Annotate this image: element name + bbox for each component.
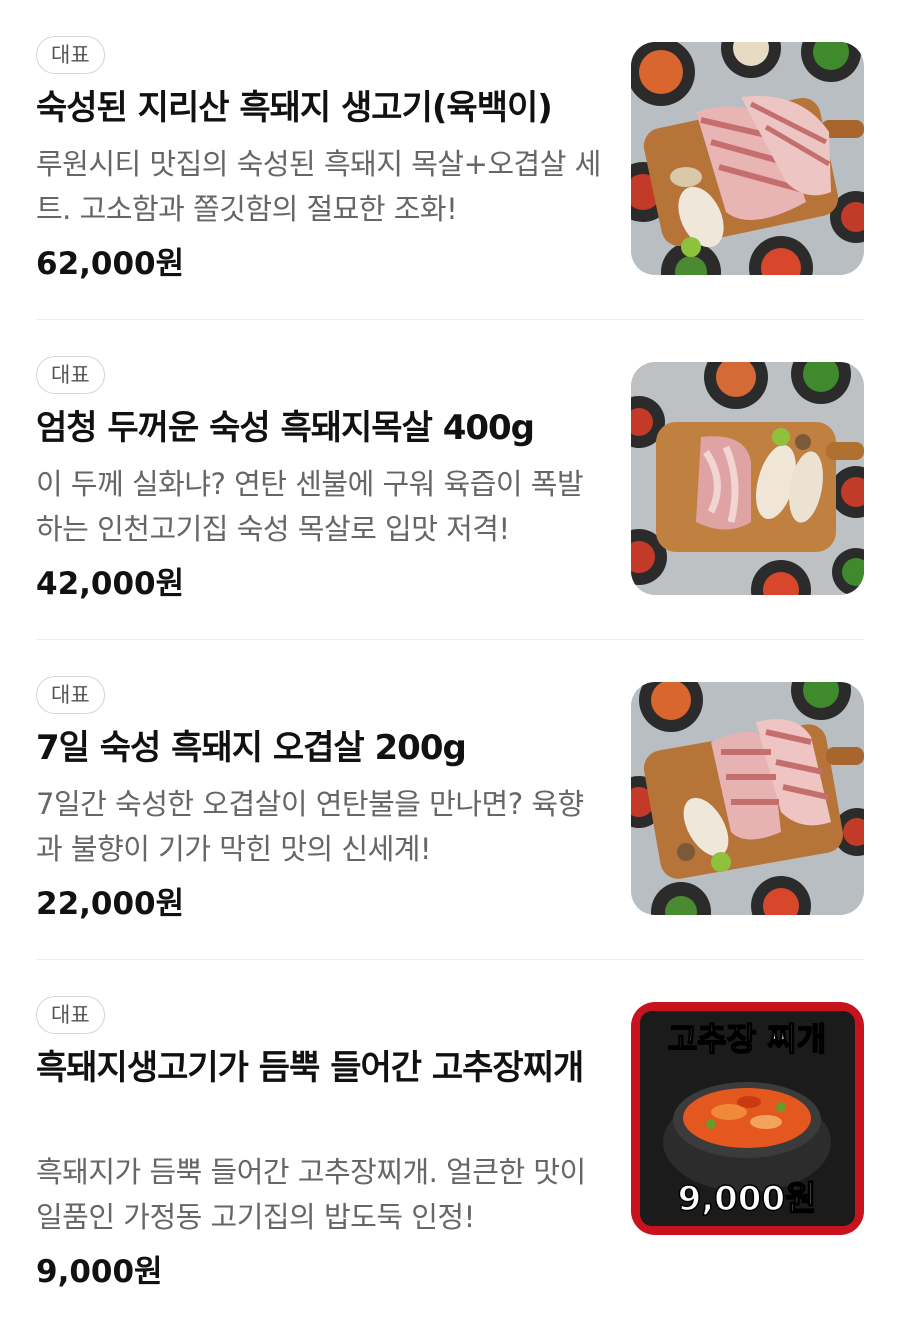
menu-item-image[interactable] [631, 682, 864, 915]
stew-image-title: 고추장 찌개 [668, 1020, 826, 1058]
menu-item-image[interactable]: 고추장 찌개 9,000원 [631, 1002, 864, 1235]
menu-item[interactable]: 대표 7일 숙성 흑돼지 오겹살 200g 7일간 숙성한 오겹살이 연탄불을 … [0, 640, 900, 960]
menu-item-image[interactable] [631, 42, 864, 275]
menu-item[interactable]: 대표 숙성된 지리산 흑돼지 생고기(육백이) 루원시티 맛집의 숙성된 흑돼지… [0, 0, 900, 320]
menu-list: 대표 숙성된 지리산 흑돼지 생고기(육백이) 루원시티 맛집의 숙성된 흑돼지… [0, 0, 900, 1328]
menu-item-price: 22,000원 [36, 886, 185, 922]
menu-item-price: 9,000원 [36, 1254, 163, 1290]
signature-badge: 대표 [36, 996, 105, 1034]
menu-item-price: 42,000원 [36, 566, 185, 602]
menu-item-price: 62,000원 [36, 246, 185, 282]
menu-item-title: 흑돼지생고기가 듬뿍 들어간 고추장찌개 [36, 1048, 584, 1088]
menu-item-title: 7일 숙성 흑돼지 오겹살 200g [36, 728, 467, 768]
stew-image-price: 9,000원 [678, 1179, 817, 1219]
menu-item-description: 흑돼지가 듬뿍 들어간 고추장찌개. 얼큰한 맛이 일품인 가정동 고기집의 밥… [36, 1155, 586, 1234]
signature-badge: 대표 [36, 676, 105, 714]
menu-item[interactable]: 대표 엄청 두꺼운 숙성 흑돼지목살 400g 이 두께 실화냐? 연탄 센불에… [0, 320, 900, 640]
menu-item-description: 루원시티 맛집의 숙성된 흑돼지 목살+오겹살 세트. 고소함과 쫄깃함의 절묘… [36, 147, 601, 226]
signature-badge: 대표 [36, 36, 105, 74]
menu-item-title: 숙성된 지리산 흑돼지 생고기(육백이) [36, 88, 553, 128]
menu-item-description: 7일간 숙성한 오겹살이 연탄불을 만나면? 육향과 불향이 기가 막힌 맛의 … [36, 787, 584, 866]
menu-item-description: 이 두께 실화냐? 연탄 센불에 구워 육즙이 폭발하는 인천고기집 숙성 목살… [36, 467, 584, 546]
menu-item[interactable]: 대표 흑돼지생고기가 듬뿍 들어간 고추장찌개 흑돼지가 듬뿍 들어간 고추장찌… [0, 960, 900, 1328]
signature-badge: 대표 [36, 356, 105, 394]
menu-item-title: 엄청 두꺼운 숙성 흑돼지목살 400g [36, 408, 535, 448]
menu-item-image[interactable] [631, 362, 864, 595]
